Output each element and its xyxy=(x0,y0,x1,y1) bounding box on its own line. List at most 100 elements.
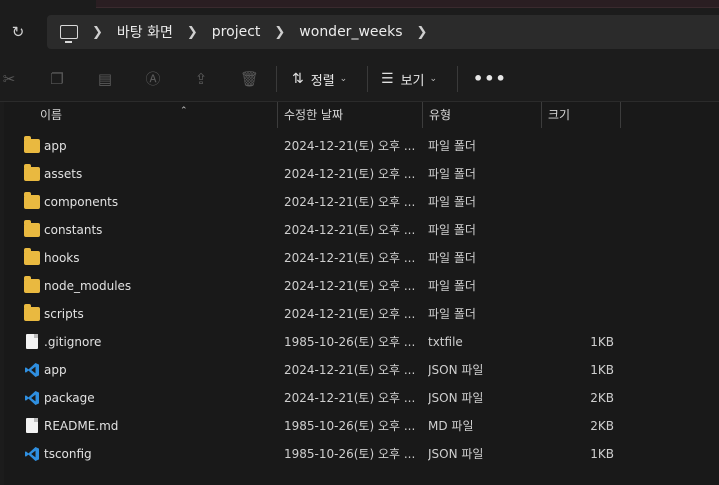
file-name: constants xyxy=(44,223,103,237)
address-row: ↻ ❯ 바탕 화면 ❯ project ❯ wonder_weeks ❯ xyxy=(0,8,719,56)
header-date[interactable]: 수정한 날짜 xyxy=(277,102,423,128)
file-date: 2024-12-21(토) 오후 ... xyxy=(284,279,416,293)
divider xyxy=(457,66,458,92)
file-type: JSON 파일 xyxy=(428,391,484,405)
folder-icon xyxy=(24,192,40,209)
file-row[interactable]: tsconfig 1985-10-26(토) 오후 ... JSON 파일 1KB xyxy=(4,440,719,468)
file-date: 1985-10-26(토) 오후 ... xyxy=(284,335,416,349)
file-type: 파일 폴더 xyxy=(428,195,476,209)
file-name: components xyxy=(44,195,119,209)
file-name: assets xyxy=(44,167,83,181)
view-button[interactable]: ☰ 보기 ⌄ xyxy=(381,66,437,92)
view-icon: ☰ xyxy=(381,71,394,87)
command-bar: ✂ ❐ ▤ Ⓐ ⇪ 🗑 ⇅ 정렬 ⌄ ☰ 보기 ⌄ ••• xyxy=(0,56,719,102)
file-type: MD 파일 xyxy=(428,419,474,433)
file-type: JSON 파일 xyxy=(428,447,484,461)
file-date: 2024-12-21(토) 오후 ... xyxy=(284,223,416,237)
file-type: 파일 폴더 xyxy=(428,251,476,265)
more-options-icon[interactable]: ••• xyxy=(473,69,507,88)
file-row[interactable]: assets 2024-12-21(토) 오후 ... 파일 폴더 xyxy=(4,160,719,188)
file-size xyxy=(544,244,614,272)
header-size[interactable]: 크기 xyxy=(541,102,621,128)
column-headers: 이름 ⌃ 수정한 날짜 유형 크기 xyxy=(4,102,719,128)
breadcrumb-wonder-weeks[interactable]: wonder_weeks xyxy=(299,24,402,40)
file-size xyxy=(544,132,614,160)
cut-icon[interactable]: ✂ xyxy=(0,70,18,88)
file-row[interactable]: scripts 2024-12-21(토) 오후 ... 파일 폴더 xyxy=(4,300,719,328)
breadcrumb-desktop[interactable]: 바탕 화면 xyxy=(117,22,173,42)
file-size xyxy=(544,188,614,216)
sort-icon: ⇅ xyxy=(292,71,304,87)
file-size: 1KB xyxy=(590,447,614,461)
delete-icon[interactable]: 🗑 xyxy=(240,70,259,88)
folder-icon xyxy=(24,220,40,237)
file-date: 2024-12-21(토) 오후 ... xyxy=(284,139,416,153)
chevron-right-icon[interactable]: ❯ xyxy=(187,25,198,40)
file-size: 1KB xyxy=(590,363,614,377)
this-pc-icon[interactable] xyxy=(60,25,78,43)
share-icon[interactable]: ⇪ xyxy=(192,70,210,88)
file-type: 파일 폴더 xyxy=(428,139,476,153)
paste-icon[interactable]: ▤ xyxy=(96,70,114,88)
file-row[interactable]: README.md 1985-10-26(토) 오후 ... MD 파일 2KB xyxy=(4,412,719,440)
file-row[interactable]: constants 2024-12-21(토) 오후 ... 파일 폴더 xyxy=(4,216,719,244)
folder-icon xyxy=(24,136,40,153)
breadcrumb-project[interactable]: project xyxy=(212,24,261,40)
file-row[interactable]: app 2024-12-21(토) 오후 ... 파일 폴더 xyxy=(4,132,719,160)
file-size: 1KB xyxy=(590,335,614,349)
file-name: README.md xyxy=(44,419,119,433)
file-size: 2KB xyxy=(590,391,614,405)
file-row[interactable]: app 2024-12-21(토) 오후 ... JSON 파일 1KB xyxy=(4,356,719,384)
sort-button[interactable]: ⇅ 정렬 ⌄ xyxy=(292,66,347,92)
file-row[interactable]: node_modules 2024-12-21(토) 오후 ... 파일 폴더 xyxy=(4,272,719,300)
divider xyxy=(367,66,368,92)
tab-strip xyxy=(96,0,719,8)
file-date: 2024-12-21(토) 오후 ... xyxy=(284,251,416,265)
file-size: 2KB xyxy=(590,419,614,433)
file-date: 2024-12-21(토) 오후 ... xyxy=(284,391,416,405)
file-row[interactable]: hooks 2024-12-21(토) 오후 ... 파일 폴더 xyxy=(4,244,719,272)
file-type: 파일 폴더 xyxy=(428,167,476,181)
file-name: app xyxy=(44,363,67,377)
file-name: hooks xyxy=(44,251,80,265)
file-name: node_modules xyxy=(44,279,132,293)
file-icon xyxy=(26,418,38,433)
folder-icon xyxy=(24,276,40,293)
file-row[interactable]: package 2024-12-21(토) 오후 ... JSON 파일 2KB xyxy=(4,384,719,412)
rename-icon[interactable]: Ⓐ xyxy=(144,70,162,88)
file-icon xyxy=(26,334,38,349)
folder-icon xyxy=(24,248,40,265)
file-date: 2024-12-21(토) 오후 ... xyxy=(284,167,416,181)
file-name: scripts xyxy=(44,307,84,321)
file-name: app xyxy=(44,139,67,153)
chevron-down-icon: ⌄ xyxy=(339,74,348,84)
file-date: 2024-12-21(토) 오후 ... xyxy=(284,363,416,377)
file-name: .gitignore xyxy=(44,335,102,349)
vscode-icon xyxy=(24,390,40,406)
file-date: 2024-12-21(토) 오후 ... xyxy=(284,307,416,321)
vscode-icon xyxy=(24,362,40,378)
file-row[interactable]: components 2024-12-21(토) 오후 ... 파일 폴더 xyxy=(4,188,719,216)
header-type[interactable]: 유형 xyxy=(422,102,542,128)
chevron-down-icon: ⌄ xyxy=(429,74,438,84)
header-name[interactable]: 이름 ⌃ xyxy=(34,102,278,128)
copy-icon[interactable]: ❐ xyxy=(48,70,66,88)
sort-up-icon: ⌃ xyxy=(180,106,188,116)
folder-icon xyxy=(24,304,40,321)
file-type: JSON 파일 xyxy=(428,363,484,377)
file-list: app 2024-12-21(토) 오후 ... 파일 폴더 assets 2024-1… xyxy=(4,132,719,468)
file-row[interactable]: .gitignore 1985-10-26(토) 오후 ... txtfile 1KB xyxy=(4,328,719,356)
refresh-icon[interactable]: ↻ xyxy=(8,22,28,42)
file-size xyxy=(544,300,614,328)
chevron-right-icon[interactable]: ❯ xyxy=(274,25,285,40)
file-size xyxy=(544,216,614,244)
vscode-icon xyxy=(24,446,40,462)
chevron-right-icon[interactable]: ❯ xyxy=(417,25,428,40)
file-date: 2024-12-21(토) 오후 ... xyxy=(284,195,416,209)
chevron-right-icon[interactable]: ❯ xyxy=(92,25,103,40)
address-bar[interactable]: ❯ 바탕 화면 ❯ project ❯ wonder_weeks ❯ xyxy=(47,15,719,49)
file-date: 1985-10-26(토) 오후 ... xyxy=(284,419,416,433)
file-type: 파일 폴더 xyxy=(428,279,476,293)
file-size xyxy=(544,272,614,300)
folder-icon xyxy=(24,164,40,181)
